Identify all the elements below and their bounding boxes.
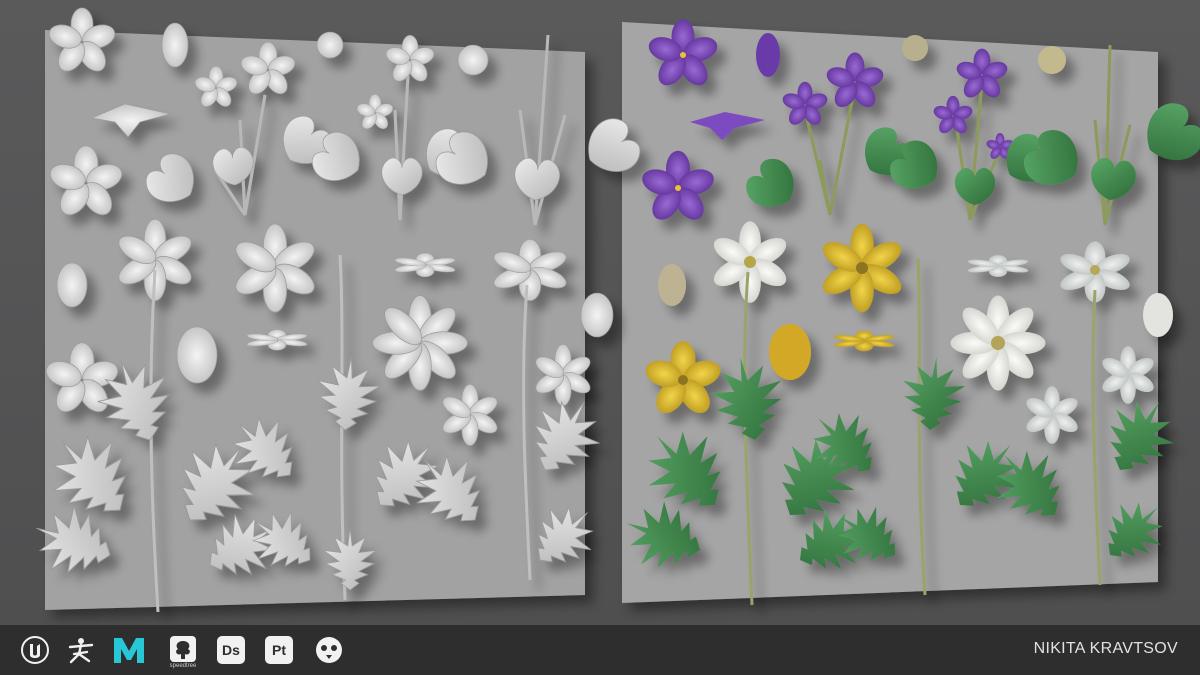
zbrush-icon <box>64 634 98 666</box>
footer-bar: speedtree Ds Pt NIKITA KRAVTSOV <box>0 625 1200 675</box>
substance-designer-label: Ds <box>217 636 245 664</box>
maya-icon <box>112 634 146 666</box>
render-image <box>24 7 1200 613</box>
substance-designer-icon: Ds <box>214 634 248 666</box>
speedtree-label: speedtree <box>169 663 197 669</box>
marmoset-toolbag-icon <box>312 634 346 666</box>
textured-board <box>622 22 1158 603</box>
render-area <box>0 0 1200 625</box>
speedtree-icon: speedtree <box>166 631 200 669</box>
author-name: NIKITA KRAVTSOV <box>1033 640 1178 657</box>
substance-painter-label: Pt <box>265 636 293 664</box>
substance-painter-icon: Pt <box>262 634 296 666</box>
unreal-engine-icon <box>18 634 52 666</box>
